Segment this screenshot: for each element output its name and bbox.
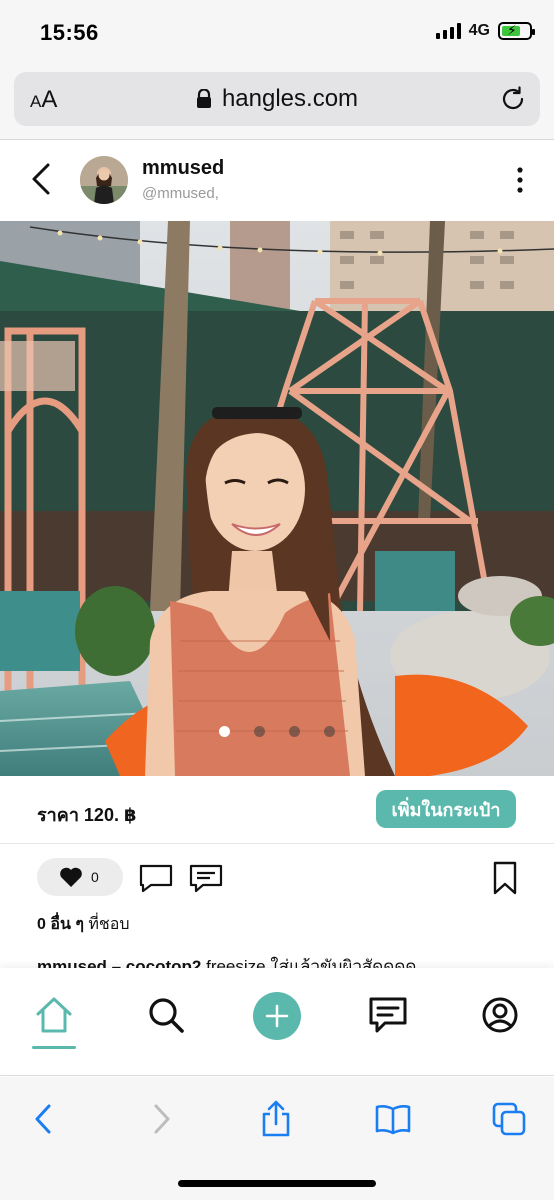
home-indicator[interactable]	[178, 1180, 376, 1187]
carousel-dot-1[interactable]	[219, 726, 230, 737]
home-icon	[36, 997, 72, 1033]
tabs-icon	[492, 1102, 526, 1136]
message-icon[interactable]	[189, 863, 223, 893]
forward-icon	[154, 1104, 170, 1134]
address-bar[interactable]: AA hangles.com	[14, 72, 540, 126]
url-display[interactable]: hangles.com	[14, 85, 540, 113]
back-icon[interactable]	[28, 161, 54, 197]
nav-messages[interactable]	[366, 993, 410, 1037]
likes-summary[interactable]: 0 อื่น ๆ ที่ชอบ	[37, 912, 130, 937]
user-handle: @mmused,	[142, 185, 219, 202]
nav-add[interactable]	[253, 992, 301, 1040]
browser-back[interactable]	[23, 1099, 63, 1139]
status-icons: 4G ⚡	[435, 22, 535, 40]
signal-icon	[435, 23, 461, 39]
price-row: ราคา 120. ฿ เพิ่มในกระเป๋า	[0, 776, 554, 844]
url-text: hangles.com	[221, 85, 359, 112]
browser-forward[interactable]	[142, 1099, 182, 1139]
comment-icon[interactable]	[139, 863, 173, 893]
bookmark-icon[interactable]	[492, 861, 518, 895]
add-icon	[265, 1004, 289, 1028]
like-button[interactable]: 0	[37, 858, 123, 896]
reload-icon[interactable]	[498, 84, 528, 114]
likes-count-text: 0 อื่น ๆ	[37, 916, 84, 933]
nav-active-indicator	[32, 1046, 76, 1049]
network-type: 4G	[468, 22, 490, 39]
likes-suffix: ที่ชอบ	[83, 916, 130, 933]
heart-icon	[60, 867, 82, 887]
bookmarks-icon	[375, 1105, 411, 1135]
profile-icon	[482, 997, 518, 1033]
share-icon	[262, 1100, 290, 1137]
avatar[interactable]	[80, 156, 128, 204]
battery-charging-icon: ⚡	[498, 22, 535, 40]
browser-share[interactable]	[256, 1099, 296, 1139]
post-header: mmused @mmused,	[0, 141, 554, 221]
carousel-dot-3[interactable]	[289, 726, 300, 737]
more-options-icon[interactable]	[512, 165, 528, 195]
add-to-cart-button[interactable]: เพิ่มในกระเป๋า	[376, 790, 516, 828]
browser-tabs[interactable]	[489, 1099, 529, 1139]
back-icon	[35, 1104, 51, 1134]
nav-search[interactable]	[144, 993, 188, 1037]
status-time: 15:56	[40, 20, 99, 45]
post-photo[interactable]	[0, 221, 554, 776]
status-bar: 15:56 4G ⚡	[0, 0, 554, 66]
like-count: 0	[91, 869, 99, 885]
search-icon	[149, 998, 184, 1033]
price-text: ราคา 120. ฿	[37, 805, 137, 825]
app-bottom-nav	[0, 968, 554, 1076]
browser-address-area: AA hangles.com	[0, 66, 554, 140]
messages-icon	[369, 997, 407, 1033]
post-actions: 0 0 อื่น ๆ ที่ชอบ mmused – cocotop2 free…	[0, 845, 554, 976]
carousel-dot-4[interactable]	[324, 726, 335, 737]
carousel-dot-2[interactable]	[254, 726, 265, 737]
username[interactable]: mmused	[142, 157, 224, 180]
browser-bookmarks[interactable]	[373, 1099, 413, 1139]
nav-home[interactable]	[32, 993, 76, 1037]
carousel-indicator[interactable]	[0, 726, 554, 737]
lock-icon	[196, 89, 211, 108]
nav-profile[interactable]	[478, 993, 522, 1037]
